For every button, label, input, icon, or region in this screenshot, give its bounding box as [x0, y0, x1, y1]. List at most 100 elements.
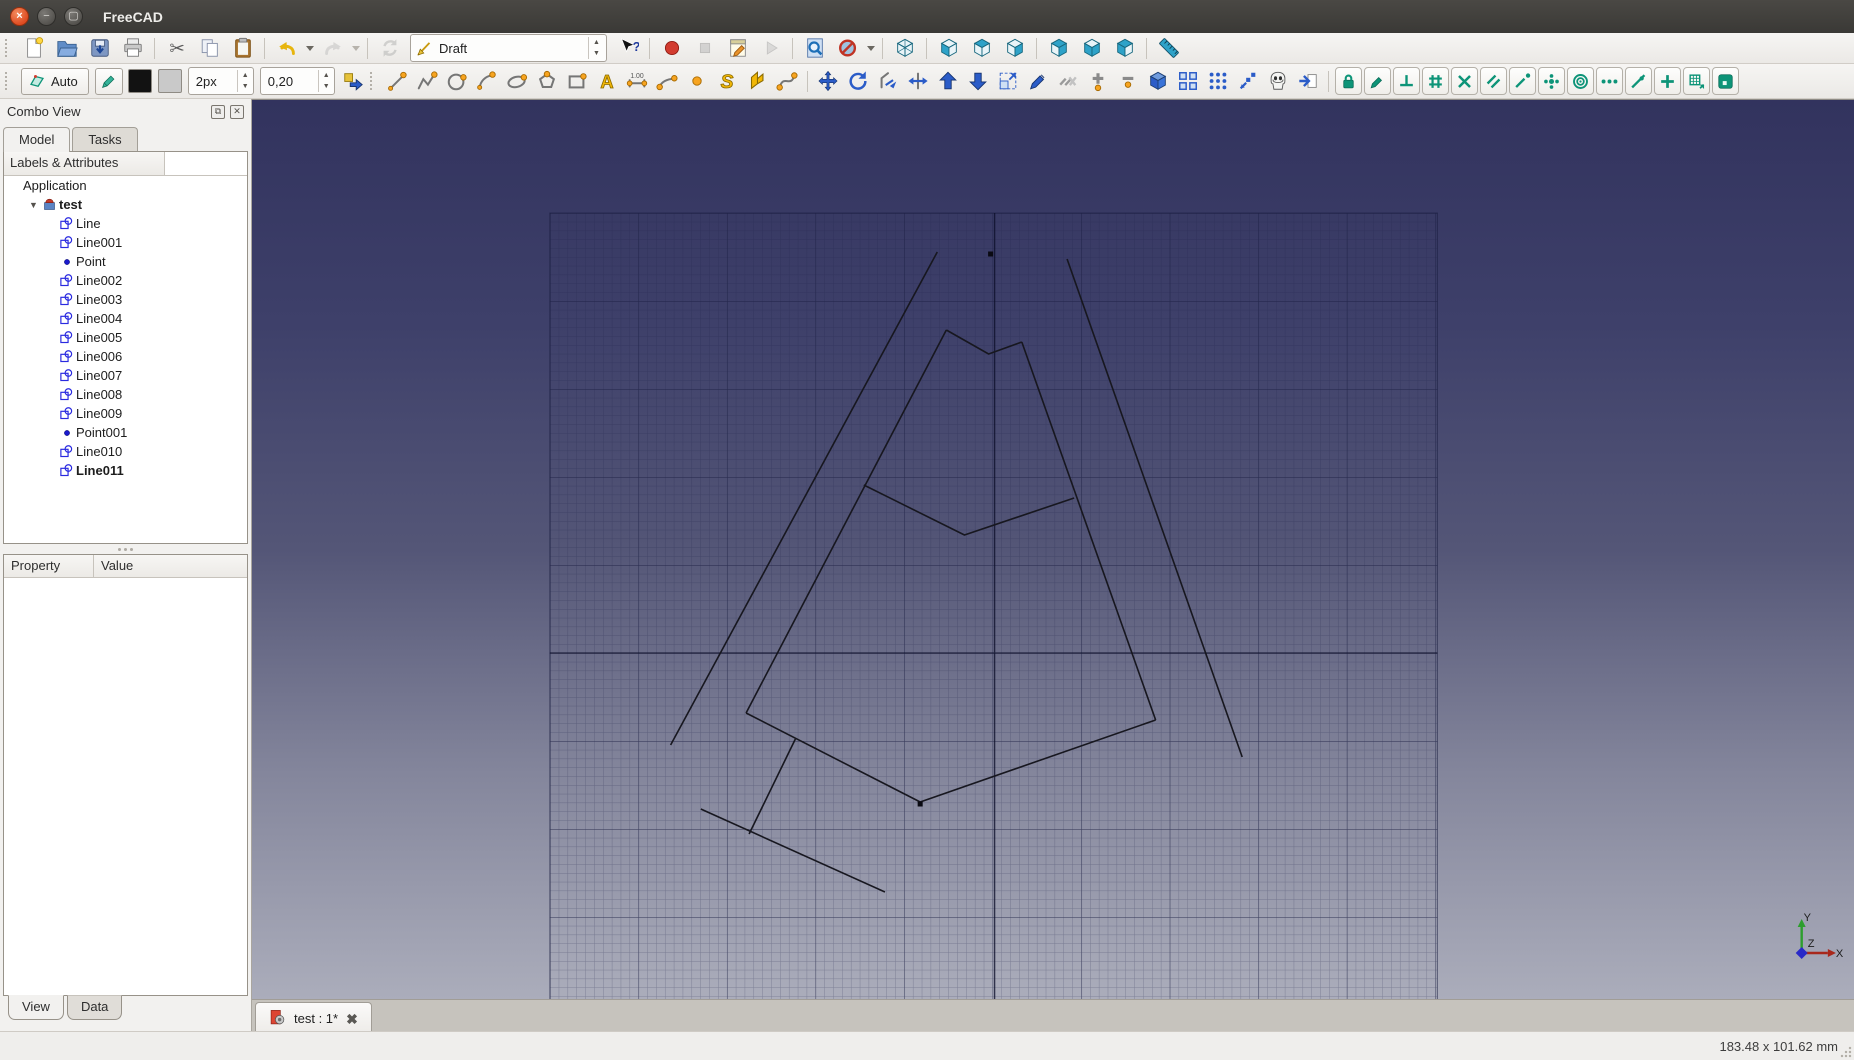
tree-item-point001[interactable]: Point001 [4, 423, 247, 442]
combo-spinner[interactable]: ▲ ▼ [588, 37, 604, 59]
view-rear-button[interactable] [1042, 35, 1075, 62]
tree-item-line009[interactable]: Line009 [4, 404, 247, 423]
view-front-button[interactable] [932, 35, 965, 62]
snap-ortho-button[interactable] [1653, 67, 1681, 95]
tree-item-line001[interactable]: Line001 [4, 233, 247, 252]
draft-move-button[interactable] [813, 67, 843, 96]
draft-add-point-button[interactable] [1083, 67, 1113, 96]
set-style-button[interactable] [94, 67, 123, 95]
tab-view[interactable]: View [8, 995, 64, 1020]
toolbar-drag-handle[interactable] [369, 72, 377, 90]
open-document-button[interactable] [50, 35, 83, 62]
tree-item-line005[interactable]: Line005 [4, 328, 247, 347]
window-minimize-button[interactable]: − [37, 7, 56, 26]
snap-parallel-button[interactable] [1479, 67, 1507, 95]
snap-endpoint-button[interactable] [1363, 67, 1391, 95]
tab-tasks[interactable]: Tasks [72, 127, 138, 152]
document-tab[interactable]: test : 1* ✖ [255, 1002, 372, 1034]
macro-stop-button[interactable] [688, 35, 721, 62]
face-color-swatch[interactable] [157, 69, 182, 93]
draft-wire-button[interactable] [412, 67, 442, 96]
snap-dimensions-button[interactable] [1595, 67, 1623, 95]
draft-polygon-button[interactable] [532, 67, 562, 96]
workbench-selector[interactable]: Draft ▲ ▼ [410, 34, 607, 62]
redo-button[interactable] [316, 35, 349, 62]
snap-lock-button[interactable] [1334, 67, 1362, 95]
tree-item-line[interactable]: Line [4, 214, 247, 233]
draft-array-button[interactable] [1173, 67, 1203, 96]
draft-shapestring-button[interactable]: S [712, 67, 742, 96]
draft-bezcurve-button[interactable] [772, 67, 802, 96]
macro-record-button[interactable] [655, 35, 688, 62]
draft-edit-button[interactable] [1023, 67, 1053, 96]
view-axonometric-button[interactable] [888, 35, 921, 62]
macro-play-button[interactable] [754, 35, 787, 62]
tree-item-line011[interactable]: Line011 [4, 461, 247, 480]
draft-rectangle-button[interactable] [562, 67, 592, 96]
whats-this-button[interactable]: ? [611, 35, 644, 62]
draft-line-button[interactable] [382, 67, 412, 96]
macro-edit-button[interactable] [721, 35, 754, 62]
tree-item-application[interactable]: Application [4, 176, 247, 195]
toggle-grid-button[interactable] [1711, 67, 1739, 95]
tree-item-line004[interactable]: Line004 [4, 309, 247, 328]
cut-button[interactable]: ✂ [160, 35, 193, 62]
tree-item-test[interactable]: ▼ test [4, 195, 247, 214]
window-maximize-button[interactable]: ▢ [64, 7, 83, 26]
redo-menu-button[interactable] [349, 35, 362, 62]
draw-style-menu-button[interactable] [864, 35, 877, 62]
view-right-button[interactable] [998, 35, 1031, 62]
snap-center-button[interactable] [1537, 67, 1565, 95]
snap-grid-button[interactable] [1421, 67, 1449, 95]
viewport-canvas[interactable]: X Y Z [252, 100, 1854, 999]
draft-trimex-button[interactable] [903, 67, 933, 96]
view-bottom-button[interactable] [1075, 35, 1108, 62]
draft-delete-point-button[interactable] [1113, 67, 1143, 96]
spin-up-icon[interactable]: ▲ [238, 70, 253, 81]
draft-dimension-button[interactable]: 1.00 [622, 67, 652, 96]
working-plane-auto-button[interactable]: Auto [21, 67, 89, 95]
tab-data[interactable]: Data [66, 995, 123, 1020]
draft-shape-2d-view-button[interactable] [1233, 67, 1263, 96]
draft-circle-button[interactable] [442, 67, 472, 96]
expander-icon[interactable]: ▼ [27, 200, 40, 210]
refresh-button[interactable] [373, 35, 406, 62]
draft-arc-button[interactable] [472, 67, 502, 96]
fit-all-button[interactable] [798, 35, 831, 62]
scale-factor-stepper[interactable]: 0,20 ▲ ▼ [259, 67, 335, 95]
tree-item-line006[interactable]: Line006 [4, 347, 247, 366]
tree-item-line008[interactable]: Line008 [4, 385, 247, 404]
line-width-stepper[interactable]: 2px ▲ ▼ [187, 67, 254, 95]
panel-splitter[interactable] [0, 544, 251, 554]
measure-distance-button[interactable] [1152, 35, 1185, 62]
document-tab-close-icon[interactable]: ✖ [346, 1012, 358, 1026]
window-close-button[interactable]: × [10, 7, 29, 26]
snap-perpendicular-button[interactable] [1392, 67, 1420, 95]
new-document-button[interactable] [17, 35, 50, 62]
snap-extension-button[interactable] [1508, 67, 1536, 95]
draft-point[interactable] [988, 251, 994, 257]
save-document-button[interactable] [83, 35, 116, 62]
draft-to-sketch-button[interactable] [1143, 67, 1173, 96]
draft-rotate-button[interactable] [843, 67, 873, 96]
tree-item-line007[interactable]: Line007 [4, 366, 247, 385]
draft-scale-button[interactable] [993, 67, 1023, 96]
draft-bspline-button[interactable] [652, 67, 682, 96]
snap-working-plane-button[interactable] [1682, 67, 1710, 95]
spin-up-icon[interactable]: ▲ [589, 37, 604, 48]
draft-ellipse-button[interactable] [502, 67, 532, 96]
draft-join-button[interactable] [1053, 67, 1083, 96]
panel-float-button[interactable]: ⧉ [211, 104, 225, 119]
draft-heal-button[interactable] [1293, 67, 1323, 96]
toolbar-drag-handle[interactable] [5, 72, 12, 90]
view-top-button[interactable] [965, 35, 998, 62]
undo-menu-button[interactable] [303, 35, 316, 62]
draft-facebinder-button[interactable] [742, 67, 772, 96]
snap-near-button[interactable] [1624, 67, 1652, 95]
panel-close-button[interactable]: ✕ [230, 104, 244, 119]
spin-down-icon[interactable]: ▼ [319, 81, 334, 92]
undo-button[interactable] [270, 35, 303, 62]
draft-offset-button[interactable] [873, 67, 903, 96]
spin-down-icon[interactable]: ▼ [238, 81, 253, 92]
copy-button[interactable] [193, 35, 226, 62]
